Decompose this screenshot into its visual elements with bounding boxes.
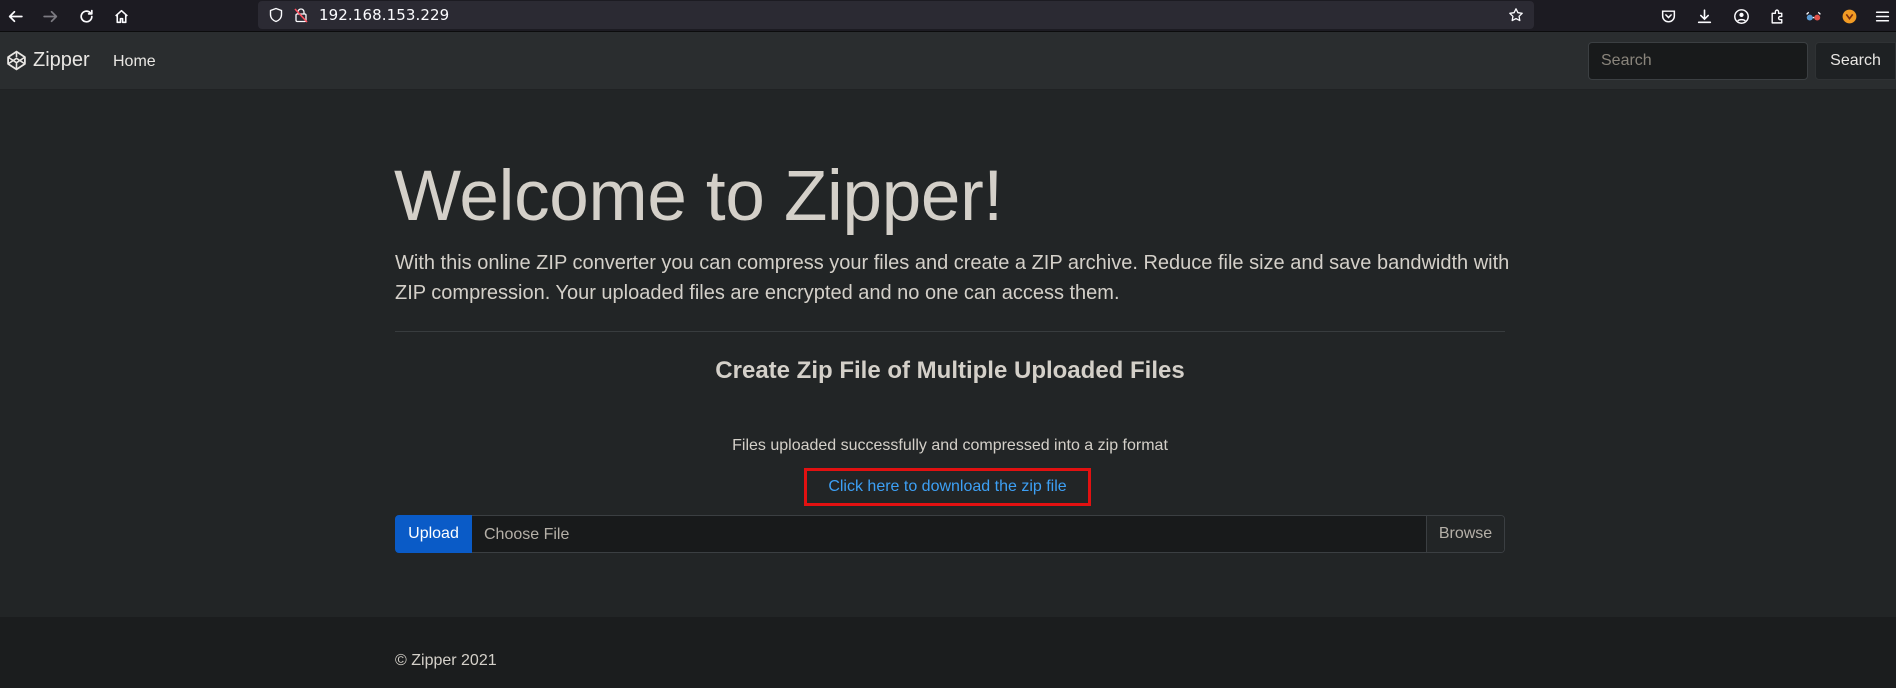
browser-toolbar: 192.168.153.229 [0, 0, 1896, 32]
download-highlight-box: Click here to download the zip file [804, 468, 1091, 506]
site-navbar: Zipper Home Search [0, 32, 1896, 90]
lock-insecure-icon[interactable] [292, 6, 310, 24]
extension-fox-icon[interactable] [1837, 4, 1861, 28]
upload-button[interactable]: Upload [395, 515, 472, 553]
main-content: Welcome to Zipper! With this online ZIP … [0, 91, 1896, 617]
menu-icon[interactable] [1870, 4, 1894, 28]
back-icon[interactable] [2, 3, 28, 29]
nav-home-link[interactable]: Home [113, 53, 156, 71]
downloads-icon[interactable] [1692, 4, 1716, 28]
brand-name[interactable]: Zipper [33, 49, 90, 72]
shield-icon[interactable] [267, 6, 285, 24]
reload-icon[interactable] [73, 3, 99, 29]
pocket-icon[interactable] [1656, 4, 1680, 28]
download-zip-link[interactable]: Click here to download the zip file [828, 478, 1066, 496]
account-icon[interactable] [1729, 4, 1753, 28]
lead-paragraph: With this online ZIP converter you can c… [395, 252, 1510, 304]
url-text[interactable]: 192.168.153.229 [319, 6, 449, 24]
search-input[interactable] [1588, 42, 1808, 80]
forward-icon[interactable] [37, 3, 63, 29]
brand-link[interactable]: Zipper [6, 49, 90, 72]
upload-status-message: Files uploaded successfully and compress… [732, 437, 1168, 454]
codepen-logo-icon [7, 50, 26, 71]
search-button[interactable]: Search [1815, 42, 1896, 80]
browse-button[interactable]: Browse [1426, 516, 1504, 552]
extensions-icon[interactable] [1765, 4, 1789, 28]
bookmark-star-icon[interactable] [1507, 6, 1525, 24]
copyright-text: © Zipper 2021 [395, 652, 497, 669]
file-input[interactable]: Choose File Browse [472, 515, 1505, 553]
page-title: Welcome to Zipper! [394, 157, 1003, 236]
section-title: Create Zip File of Multiple Uploaded Fil… [715, 357, 1185, 384]
upload-form: Upload Choose File Browse [395, 515, 1505, 553]
home-icon[interactable] [108, 3, 134, 29]
divider [395, 331, 1505, 332]
site-footer: © Zipper 2021 [0, 617, 1896, 688]
file-input-label[interactable]: Choose File [484, 526, 569, 544]
url-bar[interactable]: 192.168.153.229 [258, 1, 1534, 29]
extension-glasses-icon[interactable] [1801, 4, 1825, 28]
